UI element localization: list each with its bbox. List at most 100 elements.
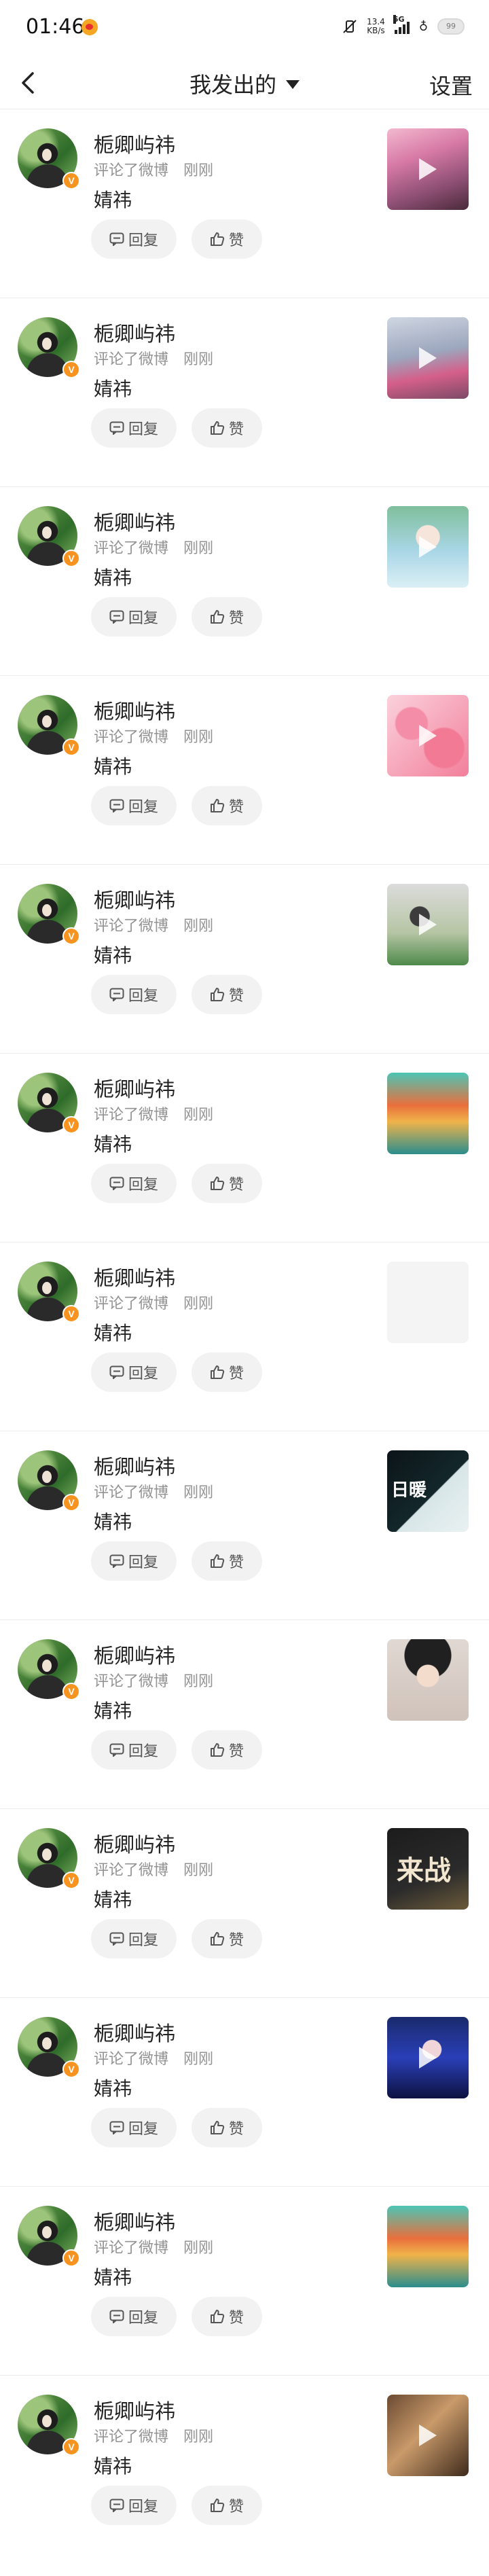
post-thumbnail[interactable]	[387, 317, 469, 399]
username[interactable]: 栀卿屿祎	[94, 317, 175, 347]
username[interactable]: 栀卿屿祎	[94, 1262, 175, 1291]
comment-meta: 评论了微博 刚刚	[94, 1103, 213, 1124]
comment-item[interactable]: V 栀卿屿祎 评论了微博 刚刚 婧祎 回复 赞	[0, 1053, 489, 1242]
post-thumbnail[interactable]	[387, 1262, 469, 1343]
reply-button[interactable]: 回复	[91, 1541, 177, 1581]
username[interactable]: 栀卿屿祎	[94, 695, 175, 725]
username[interactable]: 栀卿屿祎	[94, 1639, 175, 1669]
like-button[interactable]: 赞	[192, 219, 262, 259]
action-text: 评论了微博	[94, 2051, 169, 2068]
reply-button[interactable]: 回复	[91, 1730, 177, 1770]
comment-text: 婧祎	[94, 567, 132, 589]
avatar[interactable]: V	[18, 2206, 80, 2267]
post-thumbnail[interactable]	[387, 506, 469, 588]
username[interactable]: 栀卿屿祎	[94, 1828, 175, 1858]
reply-button[interactable]: 回复	[91, 975, 177, 1014]
comment-text: 婧祎	[94, 1700, 132, 1722]
reply-label: 回复	[128, 1177, 158, 1194]
avatar[interactable]: V	[18, 1450, 80, 1511]
like-button[interactable]: 赞	[192, 1164, 262, 1203]
reply-button[interactable]: 回复	[91, 1353, 177, 1392]
comment-icon	[109, 2499, 124, 2512]
like-button[interactable]: 赞	[192, 1730, 262, 1770]
caret-down-icon	[286, 80, 300, 89]
timestamp: 刚刚	[183, 1484, 214, 1501]
post-thumbnail[interactable]	[387, 1073, 469, 1154]
username[interactable]: 栀卿屿祎	[94, 2206, 175, 2236]
comment-item[interactable]: V 栀卿屿祎 评论了微博 刚刚 婧祎 回复 赞	[0, 1242, 489, 1431]
like-button[interactable]: 赞	[192, 408, 262, 448]
avatar[interactable]: V	[18, 317, 80, 378]
comment-item[interactable]: V 栀卿屿祎 评论了微博 刚刚 婧祎 回复 赞	[0, 109, 489, 298]
avatar[interactable]: V	[18, 1262, 80, 1323]
status-bar: 01:46 13.4 KB/s 5G ♁ 99	[0, 0, 489, 57]
comment-item[interactable]: V 栀卿屿祎 评论了微博 刚刚 婧祎 回复 赞	[0, 1997, 489, 2186]
avatar[interactable]: V	[18, 1639, 80, 1700]
comment-item[interactable]: V 栀卿屿祎 评论了微博 刚刚 婧祎 回复 赞	[0, 486, 489, 675]
like-button[interactable]: 赞	[192, 1919, 262, 1958]
post-thumbnail[interactable]	[387, 2206, 469, 2287]
post-thumbnail[interactable]: 日暖	[387, 1450, 469, 1532]
post-thumbnail[interactable]: 来战	[387, 1828, 469, 1910]
nav-title-dropdown[interactable]: 我发出的	[0, 68, 489, 99]
comment-item[interactable]: V 栀卿屿祎 评论了微博 刚刚 婧祎 回复 赞 日暖	[0, 1431, 489, 1620]
comment-item[interactable]: V 栀卿屿祎 评论了微博 刚刚 婧祎 回复 赞	[0, 2186, 489, 2375]
post-thumbnail[interactable]	[387, 695, 469, 776]
verified-badge-icon: V	[62, 172, 80, 190]
like-button[interactable]: 赞	[192, 1353, 262, 1392]
reply-button[interactable]: 回复	[91, 597, 177, 637]
like-button[interactable]: 赞	[192, 1541, 262, 1581]
comment-feed: V 栀卿屿祎 评论了微博 刚刚 婧祎 回复 赞 V 栀卿屿祎 评论了微博 刚刚 …	[0, 109, 489, 2564]
avatar[interactable]: V	[18, 695, 80, 756]
username[interactable]: 栀卿屿祎	[94, 2017, 175, 2047]
post-thumbnail[interactable]	[387, 2395, 469, 2476]
comment-item[interactable]: V 栀卿屿祎 评论了微博 刚刚 婧祎 回复 赞	[0, 2375, 489, 2564]
avatar[interactable]: V	[18, 1828, 80, 1889]
username[interactable]: 栀卿屿祎	[94, 884, 175, 914]
post-thumbnail[interactable]	[387, 884, 469, 965]
comment-meta: 评论了微博 刚刚	[94, 914, 213, 935]
reply-label: 回复	[128, 232, 158, 249]
username[interactable]: 栀卿屿祎	[94, 1073, 175, 1103]
reply-button[interactable]: 回复	[91, 2108, 177, 2147]
reply-button[interactable]: 回复	[91, 2486, 177, 2525]
like-label: 赞	[228, 1554, 244, 1571]
reply-button[interactable]: 回复	[91, 2297, 177, 2336]
comment-item[interactable]: V 栀卿屿祎 评论了微博 刚刚 婧祎 回复 赞	[0, 1620, 489, 1808]
reply-button[interactable]: 回复	[91, 1919, 177, 1958]
post-thumbnail[interactable]	[387, 1639, 469, 1721]
like-button[interactable]: 赞	[192, 2108, 262, 2147]
avatar[interactable]: V	[18, 506, 80, 567]
like-button[interactable]: 赞	[192, 597, 262, 637]
reply-button[interactable]: 回复	[91, 219, 177, 259]
avatar[interactable]: V	[18, 884, 80, 945]
reply-button[interactable]: 回复	[91, 1164, 177, 1203]
comment-item[interactable]: V 栀卿屿祎 评论了微博 刚刚 婧祎 回复 赞	[0, 864, 489, 1053]
avatar[interactable]: V	[18, 128, 80, 190]
like-button[interactable]: 赞	[192, 786, 262, 825]
comment-item[interactable]: V 栀卿屿祎 评论了微博 刚刚 婧祎 回复 赞 来战	[0, 1808, 489, 1997]
reply-button[interactable]: 回复	[91, 408, 177, 448]
comment-text: 婧祎	[94, 1133, 132, 1156]
comment-meta: 评论了微博 刚刚	[94, 2425, 213, 2446]
like-button[interactable]: 赞	[192, 2297, 262, 2336]
comment-item[interactable]: V 栀卿屿祎 评论了微博 刚刚 婧祎 回复 赞	[0, 675, 489, 864]
username[interactable]: 栀卿屿祎	[94, 2395, 175, 2425]
comment-text: 婧祎	[94, 1322, 132, 1344]
action-text: 评论了微博	[94, 1673, 169, 1690]
avatar[interactable]: V	[18, 1073, 80, 1134]
avatar[interactable]: V	[18, 2017, 80, 2078]
comment-icon	[109, 232, 124, 246]
post-thumbnail[interactable]	[387, 2017, 469, 2098]
username[interactable]: 栀卿屿祎	[94, 128, 175, 158]
avatar[interactable]: V	[18, 2395, 80, 2456]
comment-item[interactable]: V 栀卿屿祎 评论了微博 刚刚 婧祎 回复 赞	[0, 298, 489, 486]
like-button[interactable]: 赞	[192, 2486, 262, 2525]
post-thumbnail[interactable]	[387, 128, 469, 210]
username[interactable]: 栀卿屿祎	[94, 506, 175, 536]
username[interactable]: 栀卿屿祎	[94, 1450, 175, 1480]
comment-icon	[109, 799, 124, 812]
reply-button[interactable]: 回复	[91, 786, 177, 825]
settings-button[interactable]: 设置	[429, 69, 473, 101]
like-button[interactable]: 赞	[192, 975, 262, 1014]
